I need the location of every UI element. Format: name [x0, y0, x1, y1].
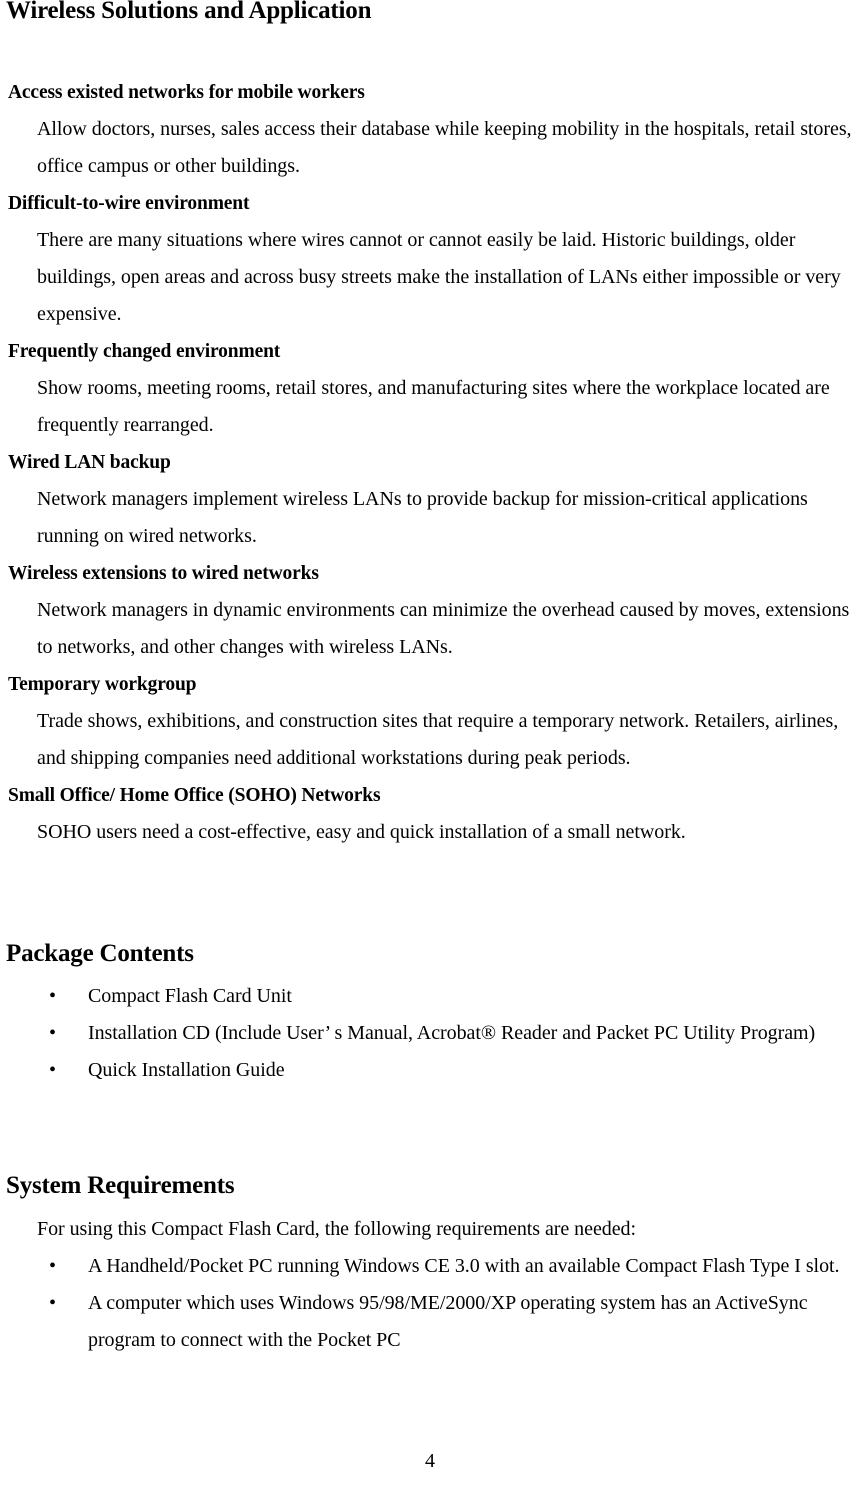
list-item-label: Installation CD (Include User’ s Manual,… — [88, 1022, 816, 1044]
subheading-wired-lan-backup: Wired LAN backup — [8, 452, 171, 473]
list-item-label: Compact Flash Card Unit — [88, 985, 292, 1007]
wireless-solutions-section: Access existed networks for mobile worke… — [0, 74, 860, 851]
package-contents-list: • Compact Flash Card Unit • Installation… — [0, 978, 860, 1089]
page-title: Wireless Solutions and Application — [6, 0, 372, 24]
list-item: • Compact Flash Card Unit — [0, 978, 860, 1015]
subheading-soho-networks: Small Office/ Home Office (SOHO) Network… — [8, 785, 381, 806]
list-item: • A computer which uses Windows 95/98/ME… — [0, 1285, 860, 1359]
body-temporary-workgroup: Trade shows, exhibitions, and constructi… — [37, 710, 839, 769]
system-requirements-intro: For using this Compact Flash Card, the f… — [37, 1218, 637, 1240]
bullet-icon: • — [49, 1292, 56, 1314]
page-number: 4 — [425, 1450, 435, 1472]
body-wired-lan-backup: Network managers implement wireless LANs… — [37, 488, 808, 547]
body-frequently-changed: Show rooms, meeting rooms, retail stores… — [37, 377, 830, 436]
subheading-access-existed-networks: Access existed networks for mobile worke… — [8, 82, 365, 103]
list-item-label: A Handheld/Pocket PC running Windows CE … — [88, 1255, 840, 1277]
system-requirements-list: • A Handheld/Pocket PC running Windows C… — [0, 1248, 860, 1359]
body-difficult-to-wire: There are many situations where wires ca… — [37, 229, 841, 325]
list-item-label: Quick Installation Guide — [88, 1059, 285, 1081]
document-page: Wireless Solutions and Application Acces… — [0, 0, 860, 1487]
bullet-icon: • — [49, 1059, 56, 1081]
subheading-temporary-workgroup: Temporary workgroup — [8, 674, 197, 695]
list-item: • A Handheld/Pocket PC running Windows C… — [0, 1248, 860, 1285]
subheading-wireless-extensions: Wireless extensions to wired networks — [8, 563, 319, 584]
heading-system-requirements: System Requirements — [6, 1172, 235, 1199]
body-wireless-extensions: Network managers in dynamic environments… — [37, 599, 850, 658]
bullet-icon: • — [49, 985, 56, 1007]
body-access-existed-networks: Allow doctors, nurses, sales access thei… — [37, 118, 852, 177]
bullet-icon: • — [49, 1022, 56, 1044]
list-item-label: A computer which uses Windows 95/98/ME/2… — [88, 1292, 808, 1351]
list-item: • Quick Installation Guide — [0, 1052, 860, 1089]
subheading-frequently-changed: Frequently changed environment — [8, 341, 281, 362]
body-soho-networks: SOHO users need a cost-effective, easy a… — [37, 821, 686, 843]
list-item: • Installation CD (Include User’ s Manua… — [0, 1015, 860, 1052]
heading-package-contents: Package Contents — [6, 940, 194, 967]
bullet-icon: • — [49, 1255, 56, 1277]
subheading-difficult-to-wire: Difficult-to-wire environment — [8, 193, 250, 214]
